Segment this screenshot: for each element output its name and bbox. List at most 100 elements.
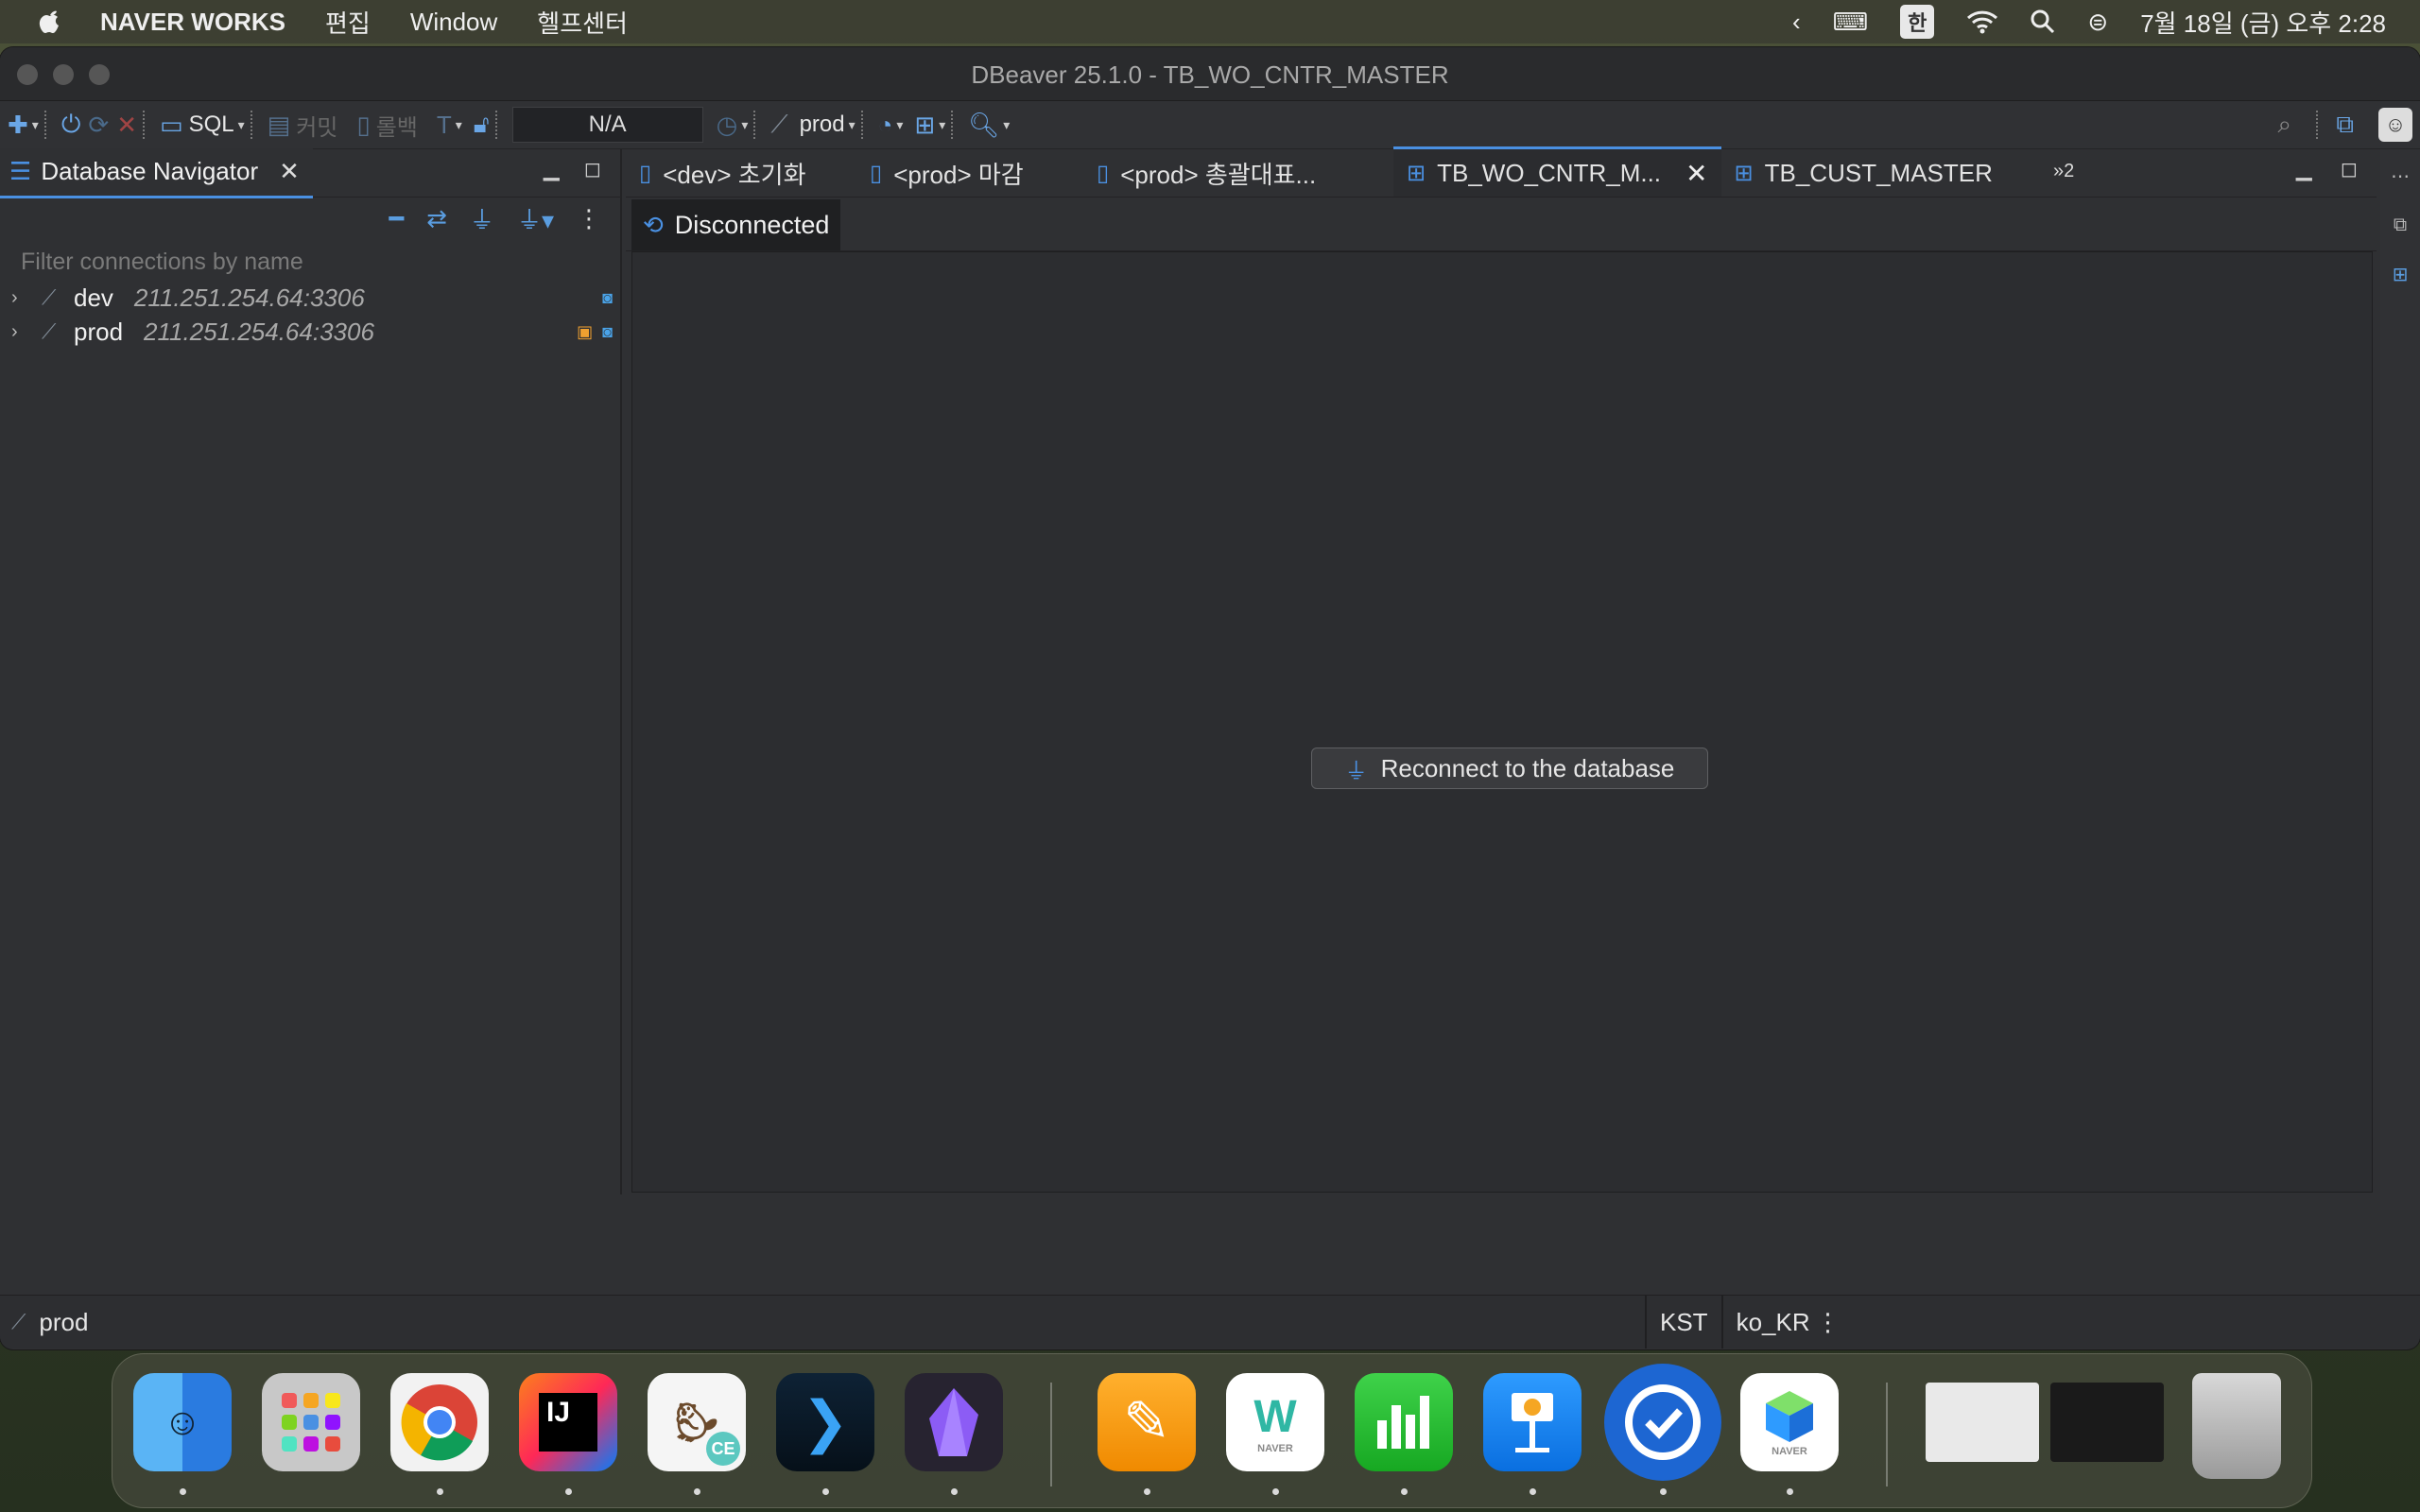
sql-dropdown-icon[interactable]: ▾ [238, 117, 245, 133]
menu-window[interactable]: Window [410, 8, 497, 37]
rollback-button[interactable]: 롤백 [376, 109, 418, 142]
dbeaver-icon[interactable]: 🦫︎ CE [648, 1373, 746, 1471]
editor-tabbar: ▯ <dev> 초기화 ▯ <prod> 마감 ▯ <prod> 총괄대표...… [626, 146, 2377, 198]
connect-icon[interactable]: ⏻ [61, 106, 81, 144]
sql-editor-icon[interactable]: ▭ [160, 106, 183, 144]
rollback-icon[interactable]: ▯ [356, 106, 370, 144]
invalidate-reconnect-icon[interactable]: ⟳ [88, 106, 109, 144]
menu-app-name[interactable]: NAVER WORKS [100, 8, 285, 37]
input-source-indicator[interactable]: 한 [1900, 5, 1935, 39]
close-icon[interactable]: ✕ [279, 157, 300, 186]
active-schema-selector[interactable]: N/A [511, 107, 703, 143]
global-search-icon[interactable]: ⌕ [2277, 106, 2291, 144]
tab-dev-init[interactable]: ▯ <dev> 초기화 [626, 149, 856, 197]
filter-connections-input[interactable] [11, 245, 609, 279]
erd-icon[interactable]: ⊞ [914, 106, 935, 144]
keynote-icon[interactable] [1483, 1373, 1582, 1471]
obsidian-icon[interactable] [905, 1373, 1003, 1471]
editor-subtabs: ⟲ Disconnected [626, 198, 2377, 251]
wifi-icon[interactable] [1966, 9, 1998, 34]
more-options-icon[interactable]: ⋯ [2391, 164, 2410, 188]
intellij-icon[interactable]: IJ [519, 1373, 617, 1471]
dashboard-dropdown-icon[interactable]: ▾ [896, 117, 903, 133]
terminal-window-thumbnail[interactable] [2050, 1383, 2164, 1462]
link-with-editor-icon[interactable]: ⇄ [426, 204, 447, 233]
dbeaver-window: DBeaver 25.1.0 - TB_WO_CNTR_MASTER ✚ ▾ ⏻ … [0, 47, 2420, 1349]
minimize-panel-icon[interactable]: ▁ [2296, 157, 2312, 181]
perspective-icon[interactable]: ⧉ [2336, 106, 2354, 144]
commit-icon[interactable]: ▤ [268, 106, 291, 144]
terminal-icon[interactable]: ❯ [776, 1373, 874, 1471]
chrome-icon[interactable] [390, 1373, 489, 1471]
reconnect-button[interactable]: ⏚ Reconnect to the database [1311, 747, 1708, 789]
history-dropdown-icon[interactable]: ▾ [741, 117, 748, 133]
filter-connections-icon[interactable]: ⏚▾ [517, 201, 554, 236]
keyboard-icon[interactable]: ⌨ [1833, 8, 1869, 37]
chrome-window-thumbnail[interactable] [1926, 1383, 2039, 1462]
chevron-left-icon[interactable]: ‹ [1792, 8, 1801, 37]
tab-disconnected[interactable]: ⟲ Disconnected [631, 199, 841, 250]
dock-divider [1886, 1383, 1888, 1486]
lock-icon[interactable]: 🔓︎ [474, 106, 490, 144]
trash-icon[interactable] [2192, 1373, 2281, 1479]
transaction-mode-dropdown-icon[interactable]: ▾ [456, 117, 462, 133]
tab-tb-cust-master[interactable]: ⊞ TB_CUST_MASTER [1721, 149, 2006, 197]
user-avatar-icon[interactable]: ☺ [2378, 108, 2412, 142]
more-options-icon[interactable]: ⋮ [577, 204, 601, 233]
apple-menu-icon[interactable] [38, 8, 62, 36]
datasource-icon[interactable]: ⟋ [770, 106, 787, 144]
tree-connection-prod[interactable]: › ⟋ prod 211.251.254.64:3306 ▣ ◙ [0, 315, 620, 349]
sync-icon[interactable] [1604, 1364, 1721, 1481]
restore-icon[interactable]: ⧉ [2394, 215, 2407, 236]
window-title: DBeaver 25.1.0 - TB_WO_CNTR_MASTER [971, 60, 1449, 89]
erd-dropdown-icon[interactable]: ▾ [939, 117, 945, 133]
expand-chevron-icon[interactable]: › [11, 321, 32, 343]
history-icon[interactable]: ◷ [717, 106, 738, 144]
new-connection-dropdown-icon[interactable]: ▾ [32, 117, 39, 133]
collapse-all-icon[interactable]: ━ [389, 204, 404, 233]
commit-button[interactable]: 커밋 [296, 109, 337, 142]
finder-icon[interactable]: ☺ [133, 1373, 232, 1471]
launchpad-icon[interactable] [262, 1373, 360, 1471]
dashboard-icon[interactable]: ◔ [878, 106, 893, 144]
new-connection-plug-icon[interactable]: ⏚ [470, 201, 494, 236]
tab-prod-summary[interactable]: ▯ <prod> 총괄대표... [1083, 149, 1393, 197]
close-icon[interactable]: ✕ [1685, 158, 1707, 189]
transaction-mode-icon[interactable]: T [437, 106, 452, 144]
tab-prod-close[interactable]: ▯ <prod> 마감 [856, 149, 1083, 197]
tree-connection-dev[interactable]: › ⟋ dev 211.251.254.64:3306 ◙ [0, 281, 620, 315]
new-connection-icon[interactable]: ✚ [8, 106, 28, 144]
search-icon[interactable]: 🔍︎ [968, 106, 999, 144]
expand-chevron-icon[interactable]: › [11, 287, 32, 309]
datasource-dropdown-icon[interactable]: ▾ [849, 117, 856, 133]
tab-database-navigator[interactable]: ☰ Database Navigator ✕ [0, 147, 313, 198]
status-more-icon[interactable]: ⋮ [1816, 1308, 1841, 1337]
naver-works-w-logo: W [1253, 1391, 1297, 1442]
tab-tb-wo-cntr-master[interactable]: ⊞ TB_WO_CNTR_M... ✕ [1393, 146, 1721, 197]
tab-label: <dev> 초기화 [663, 160, 806, 189]
control-center-icon[interactable]: ⊜ [2087, 8, 2108, 37]
naver-works-icon[interactable]: W NAVER [1226, 1373, 1324, 1471]
running-indicator [1401, 1488, 1408, 1495]
numbers-icon[interactable] [1355, 1373, 1453, 1471]
disconnect-icon[interactable]: ✕ [116, 106, 137, 144]
maximize-panel-icon[interactable]: ◻ [584, 157, 601, 181]
menu-edit[interactable]: 편집 [325, 5, 371, 40]
status-locale[interactable]: ko_KR [1720, 1296, 1824, 1349]
sql-editor-button[interactable]: SQL [189, 112, 234, 138]
tab-label: TB_CUST_MASTER [1764, 158, 1993, 187]
status-timezone[interactable]: KST [1645, 1296, 1721, 1349]
maximize-panel-icon[interactable]: ◻ [2341, 157, 2358, 181]
menubar-clock[interactable]: 7월 18일 (금) 오후 2:28 [2140, 5, 2386, 40]
minimize-panel-icon[interactable]: ▁ [544, 157, 560, 181]
connection-host: 211.251.254.64:3306 [133, 283, 365, 312]
naver-box-icon[interactable]: NAVER [1740, 1373, 1839, 1471]
status-bar: ⟋ prod KST ko_KR ⋮ [0, 1295, 2420, 1349]
search-dropdown-icon[interactable]: ▾ [1003, 117, 1010, 133]
active-datasource-selector[interactable]: prod [800, 112, 845, 138]
spotlight-search-icon[interactable] [2031, 9, 2055, 34]
pages-icon[interactable]: ✎ [1098, 1373, 1196, 1471]
menu-help-center[interactable]: 헬프센터 [537, 5, 628, 40]
more-tabs-indicator[interactable]: »2 [2053, 161, 2074, 182]
database-tasks-icon[interactable]: ⊞ [2393, 263, 2409, 286]
